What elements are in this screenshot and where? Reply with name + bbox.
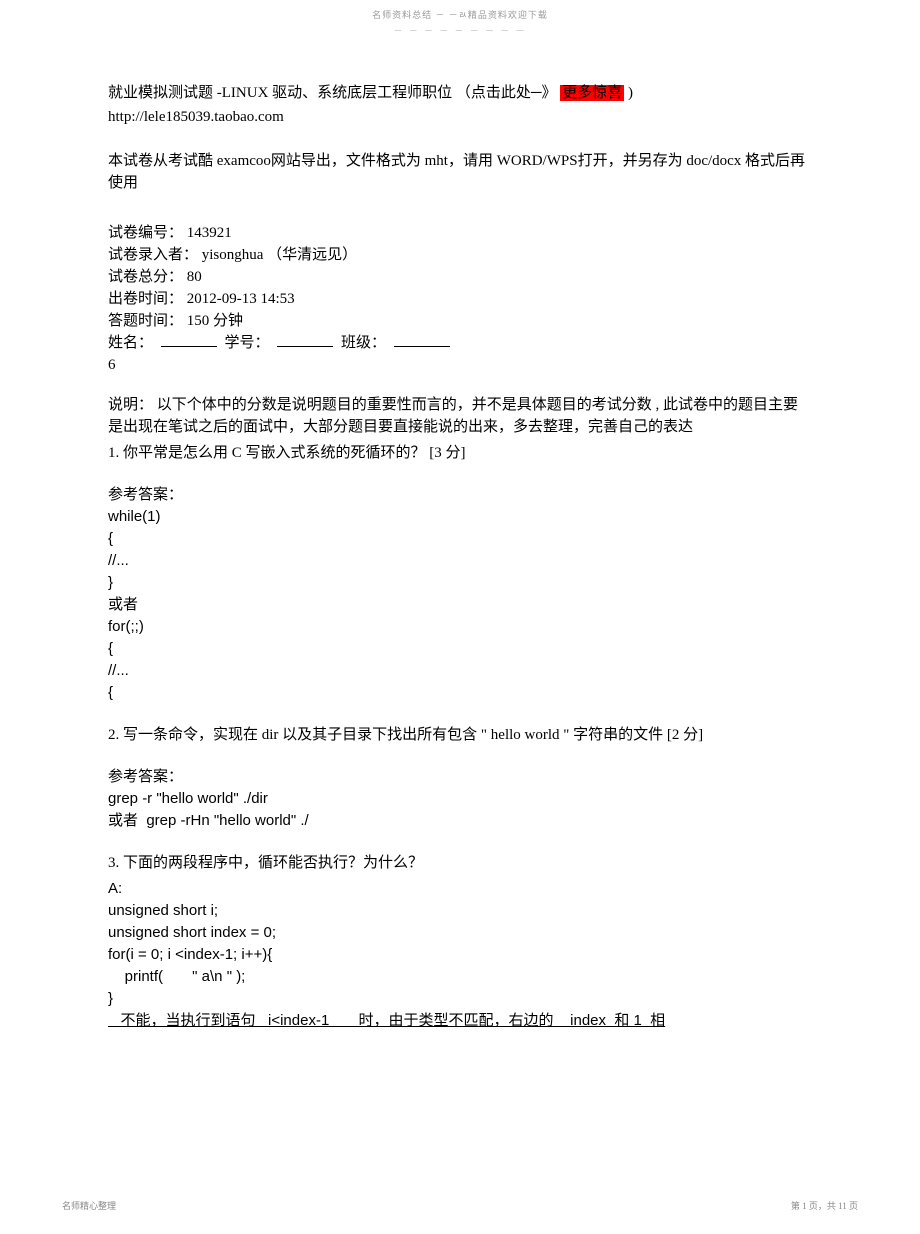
author-label: 试卷录入者： xyxy=(108,247,198,263)
q3-line-0: A: xyxy=(108,878,808,900)
q2-ans-0: grep -r "hello world" ./dir xyxy=(108,788,808,810)
notes-label: 说明： xyxy=(108,397,153,413)
q3-text: 3. 下面的两段程序中，循环能否执行？为什么？ xyxy=(108,852,808,874)
header-text: 名师资料总结 － －ﾭ精品资料欢迎下载 xyxy=(372,10,548,20)
total-label: 试卷总分： xyxy=(108,269,183,285)
q1-ans-8: { xyxy=(108,682,808,704)
q1-ans-1: { xyxy=(108,528,808,550)
q2-ans-1: 或者 grep -rHn "hello world" ./ xyxy=(108,810,808,832)
meta-issue-time: 出卷时间： 2012-09-13 14:53 xyxy=(108,288,808,310)
q1-text: 1. 你平常是怎么用 C 写嵌入式系统的死循环的？ [3 分] xyxy=(108,442,808,464)
url-link[interactable]: http://lele185039.taobao.com xyxy=(108,106,808,128)
q3-line-1: unsigned short i; xyxy=(108,900,808,922)
q1-ans-0: while(1) xyxy=(108,506,808,528)
meta-name-id-class: 姓名： 学号： 班级： xyxy=(108,332,808,354)
title-part1: 就业模拟测试题 -LINUX 驱动、系统底层工程师职位 （点击此处─》 xyxy=(108,85,557,101)
meta-total: 试卷总分： 80 xyxy=(108,266,808,288)
id-blank[interactable] xyxy=(277,332,333,347)
meta-answer-time: 答题时间： 150 分钟 xyxy=(108,310,808,332)
title-highlight[interactable]: 更多惊喜 xyxy=(560,85,624,101)
meta-paper-no: 试卷编号： 143921 xyxy=(108,222,808,244)
issue-time-label: 出卷时间： xyxy=(108,291,183,307)
q1-ans-5: for(;;) xyxy=(108,616,808,638)
q2-answer: 参考答案： grep -r "hello world" ./dir 或者 gre… xyxy=(108,766,808,832)
q3-line-3: for(i = 0; i <index-1; i++){ xyxy=(108,944,808,966)
q2-text-b: hello world xyxy=(491,727,560,743)
name-label: 姓名： xyxy=(108,335,153,351)
class-label: 班级： xyxy=(341,335,386,351)
page-body: 就业模拟测试题 -LINUX 驱动、系统底层工程师职位 （点击此处─》 更多惊喜… xyxy=(108,82,808,1032)
q1-ans-6: { xyxy=(108,638,808,660)
notes-text: 以下个体中的分数是说明题目的重要性而言的，并不是具体题目的考试分数 , 此试卷中… xyxy=(108,397,798,435)
answer-time-label: 答题时间： xyxy=(108,313,183,329)
notes-paragraph: 说明： 以下个体中的分数是说明题目的重要性而言的，并不是具体题目的考试分数 , … xyxy=(108,394,808,438)
meta-extra-six: 6 xyxy=(108,354,808,376)
q3-line-5: } xyxy=(108,988,808,1010)
intro-paragraph: 本试卷从考试酷 examcoo网站导出，文件格式为 mht，请用 WORD/WP… xyxy=(108,150,808,194)
author-value: yisonghua （华清远见） xyxy=(202,247,357,263)
q2-text-c: " 字符串的文件 [2 分] xyxy=(563,727,703,743)
id-label: 学号： xyxy=(225,335,270,351)
q1-ans-label: 参考答案： xyxy=(108,484,808,506)
paper-no-label: 试卷编号： xyxy=(108,225,183,241)
q2-text: 2. 写一条命令，实现在 dir 以及其子目录下找出所有包含 " hello w… xyxy=(108,724,808,746)
q3-underlined: 不能，当执行到语句 i<index-1 时，由于类型不匹配，右边的 index … xyxy=(108,1010,808,1032)
q1-ans-7: //... xyxy=(108,660,808,682)
footer-left: 名师精心整理 xyxy=(62,1199,116,1212)
paper-no-value: 143921 xyxy=(187,225,232,241)
q2-text-a: 2. 写一条命令，实现在 dir 以及其子目录下找出所有包含 " xyxy=(108,727,487,743)
q1-ans-2: //... xyxy=(108,550,808,572)
title-part2: ) xyxy=(628,85,633,101)
q1-answer: 参考答案： while(1) { //... } 或者 for(;;) { //… xyxy=(108,484,808,704)
footer-right: 第 1 页，共 11 页 xyxy=(791,1199,858,1212)
meta-author: 试卷录入者： yisonghua （华清远见） xyxy=(108,244,808,266)
issue-time-value: 2012-09-13 14:53 xyxy=(187,291,295,307)
q2-ans-label: 参考答案： xyxy=(108,766,808,788)
page-header: 名师资料总结 － －ﾭ精品资料欢迎下载 xyxy=(0,8,920,21)
meta-block: 试卷编号： 143921 试卷录入者： yisonghua （华清远见） 试卷总… xyxy=(108,222,808,376)
title-line: 就业模拟测试题 -LINUX 驱动、系统底层工程师职位 （点击此处─》 更多惊喜… xyxy=(108,82,808,104)
answer-time-value: 150 分钟 xyxy=(187,313,243,329)
total-value: 80 xyxy=(187,269,202,285)
q1-ans-4: 或者 xyxy=(108,594,808,616)
q3-line-4: printf( " a\n " ); xyxy=(108,966,808,988)
q1-ans-3: } xyxy=(108,572,808,594)
class-blank[interactable] xyxy=(394,332,450,347)
name-blank[interactable] xyxy=(161,332,217,347)
header-dashes: － － － － － － － － － xyxy=(393,24,526,37)
q3-line-2: unsigned short index = 0; xyxy=(108,922,808,944)
